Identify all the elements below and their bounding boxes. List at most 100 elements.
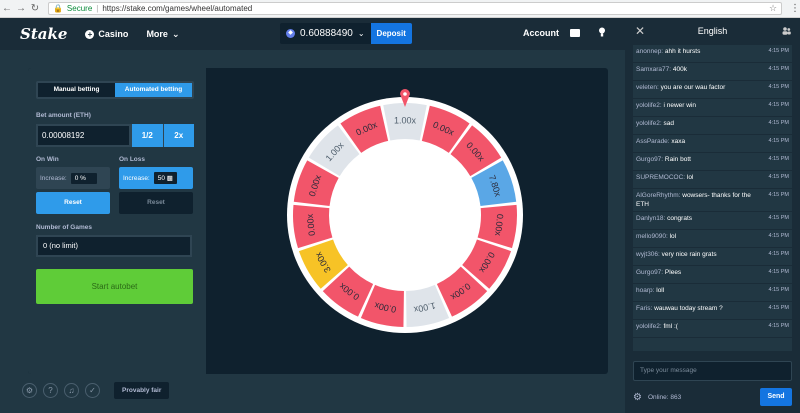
betting-mode-tabs: Manual betting Automated betting — [36, 81, 194, 99]
sound-icon[interactable]: ♫ — [64, 382, 79, 398]
chat-username[interactable]: Danlyn18: — [636, 215, 667, 222]
bet-amount-input[interactable]: 0.00008192 — [36, 124, 131, 147]
chat-username[interactable]: yololife2: — [636, 120, 663, 127]
chat-message-body: ahh it hursts — [664, 48, 701, 55]
chat-username[interactable]: yololife2: — [636, 323, 663, 330]
on-loss-label: On Loss — [119, 156, 146, 163]
chat-timestamp: 4:15 PM — [768, 251, 789, 257]
chat-username[interactable]: Gurgo97: — [636, 269, 665, 276]
win-reset-button[interactable]: Reset — [36, 192, 110, 214]
chat-timestamp: 4:15 PM — [768, 102, 789, 108]
chat-message-input[interactable]: Type your message — [633, 361, 792, 381]
balance-selector[interactable]: ◆ 0.60888490 ⌄ — [280, 23, 371, 44]
chat-message: hoarp: loll 4:15 PM — [633, 284, 792, 302]
gear-icon[interactable]: ⚙ — [633, 392, 642, 403]
users-icon[interactable] — [782, 27, 791, 35]
chat-message: mello9090: lol 4:15 PM — [633, 230, 792, 248]
chat-username[interactable]: SUPREMOCOC: — [636, 174, 687, 181]
chat-message-list[interactable]: anonnep: ahh it hursts 4:15 PM Samxara77: … — [633, 45, 792, 351]
chat-timestamp: 4:15 PM — [768, 120, 789, 126]
mail-icon[interactable] — [570, 29, 580, 37]
on-win-label: On Win — [36, 156, 59, 163]
address-bar[interactable]: 🔒 Secure | https://stake.com/games/wheel… — [47, 2, 783, 15]
chat-message-body: congrats — [667, 215, 693, 222]
account-link[interactable]: Account — [523, 28, 559, 38]
game-panel: Manual betting Automated betting Bet amo… — [28, 68, 608, 374]
chevron-down-icon: ⌄ — [357, 29, 365, 38]
stake-logo[interactable]: Stake — [20, 25, 67, 43]
url-text: https://stake.com/games/wheel/automated — [102, 4, 253, 13]
chat-message: Faris: wauwau today stream ? 4:15 PM — [633, 302, 792, 320]
chat-timestamp: 4:15 PM — [768, 287, 789, 293]
bookmark-star-icon[interactable]: ☆ — [769, 3, 777, 14]
chat-message: wyjt306: very nice rain grats 4:15 PM — [633, 248, 792, 266]
win-increase-input[interactable]: 0 % — [70, 172, 97, 184]
help-icon[interactable]: ? — [43, 382, 58, 398]
chat-username[interactable]: hoarp: — [636, 287, 656, 294]
settings-icon[interactable]: ⚙ — [22, 382, 37, 398]
chat-username[interactable]: anonnep: — [636, 48, 665, 55]
chat-message-text: wyjt306: very nice rain grats — [636, 250, 761, 259]
chat-timestamp: 4:15 PM — [768, 192, 789, 198]
chat-username[interactable]: Faris: — [636, 305, 654, 312]
chat-message-body: sad — [663, 120, 674, 127]
chat-message: Gurgo97: Plees 4:15 PM — [633, 266, 792, 284]
chat-footer: ⚙ Online: 863 Send — [633, 387, 792, 407]
loss-reset-button[interactable]: Reset — [119, 192, 193, 214]
bet-amount-label: Bet amount (ETH) — [36, 112, 91, 119]
chat-message: Danlyn18: congrats 4:15 PM — [633, 212, 792, 230]
back-icon[interactable]: ← — [0, 3, 14, 14]
reload-icon[interactable]: ↻ — [28, 3, 42, 14]
provably-fair-button[interactable]: Provably fair — [114, 381, 170, 399]
chat-message: yololife2: i newer win 4:15 PM — [633, 99, 792, 117]
browser-menu-icon[interactable]: ⋮ — [790, 3, 800, 14]
app-header: Stake + Casino More ⌄ ◆ 0.60888490 ⌄ Dep… — [0, 18, 625, 50]
nav-casino-label: Casino — [98, 29, 129, 39]
chat-timestamp: 4:15 PM — [768, 215, 789, 221]
chat-message-body: lol — [669, 233, 677, 240]
chat-message: yololife2: fml :(4:15 PM — [633, 320, 792, 338]
wheel-center — [330, 140, 480, 290]
forward-icon[interactable]: → — [14, 3, 28, 14]
nav-more[interactable]: More ⌄ — [146, 29, 179, 40]
chat-message: anonnep: ahh it hursts 4:15 PM — [633, 45, 792, 63]
chat-username[interactable]: wyjt306: — [636, 251, 662, 258]
chat-timestamp: 4:15 PM — [768, 66, 789, 72]
chat-message-text: Danlyn18: congrats — [636, 214, 761, 223]
chat-message: SUPREMOCOC: lol 4:15 PM — [633, 171, 792, 189]
tab-automated-betting[interactable]: Automated betting — [115, 83, 192, 97]
chat-username[interactable]: Gurgo97: — [636, 156, 665, 163]
chat-username[interactable]: AlGoreRhythm: — [636, 192, 682, 199]
game-controls: ⚙ ? ♫ ✓ Provably fair — [22, 380, 170, 400]
on-loss-increase[interactable]: Increase: 50 ▩ — [119, 167, 193, 189]
loss-increase-input[interactable]: 50 ▩ — [153, 172, 177, 184]
chat-message-body: loll — [656, 287, 665, 294]
double-bet-button[interactable]: 2x — [162, 124, 194, 147]
chat-message-body: Plees — [664, 269, 682, 276]
wheel-area: 1.00x 0.00x 0.00x 7.80x 0.00x 0.00x 0.00x 1.00x… — [206, 68, 608, 374]
chat-message-body: very nice rain grats — [661, 251, 717, 258]
chat-username[interactable]: veleten: — [636, 84, 661, 91]
chat-message-text: Gurgo97: Rain bott — [636, 155, 761, 164]
send-button[interactable]: Send — [760, 388, 792, 406]
half-bet-button[interactable]: 1/2 — [131, 124, 163, 147]
percent-icon: ▩ — [166, 175, 173, 182]
chat-room-title[interactable]: English — [625, 26, 800, 36]
checkmark-icon[interactable]: ✓ — [85, 382, 100, 398]
chat-username[interactable]: Samxara77: — [636, 66, 673, 73]
chat-username[interactable]: AssParade: — [636, 138, 671, 145]
chat-username[interactable]: yololife2: — [636, 102, 663, 109]
deposit-button[interactable]: Deposit — [370, 23, 412, 44]
lock-icon: 🔒 — [52, 4, 63, 13]
chat-message: AlGoreRhythm: wowsers- thanks for the ET… — [633, 189, 792, 212]
number-of-games-input[interactable]: 0 (no limit) — [36, 235, 192, 257]
chat-username[interactable]: mello9090: — [636, 233, 670, 240]
chat-message-text: hoarp: loll — [636, 286, 761, 295]
nav-casino[interactable]: + Casino — [85, 29, 128, 39]
nav-more-label: More — [146, 29, 168, 39]
bet-amount-row: 0.00008192 1/2 2x — [36, 124, 194, 147]
tab-manual-betting[interactable]: Manual betting — [38, 83, 115, 97]
on-win-increase[interactable]: Increase: 0 % — [36, 167, 110, 189]
start-autobet-button[interactable]: Start autobet — [36, 269, 193, 304]
lightbulb-icon[interactable] — [599, 27, 605, 37]
